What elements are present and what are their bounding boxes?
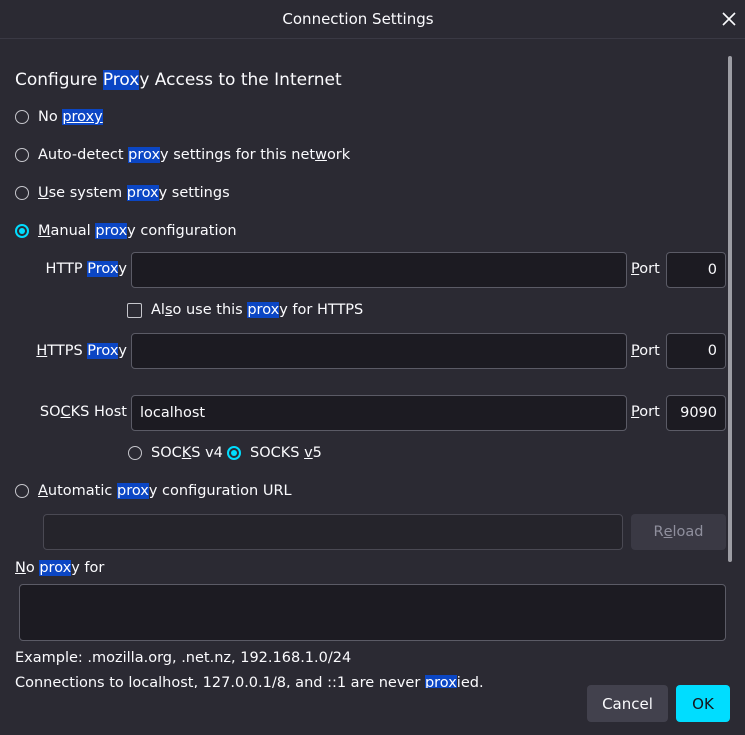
close-button[interactable] — [716, 6, 742, 32]
https-port-label: Port — [631, 343, 660, 359]
https-proxy-label: HTTPS Proxy — [36, 343, 127, 359]
dialog-title: Connection Settings — [282, 10, 434, 28]
https-port-input[interactable]: 0 — [666, 333, 726, 369]
reload-button[interactable]: Re load — [631, 514, 726, 550]
socks-v5-label: SOCKS v5 — [250, 445, 322, 461]
radio-socks-v5[interactable]: SOCKS v5 — [227, 441, 322, 465]
close-icon — [722, 12, 736, 26]
system-proxy-radio-indicator[interactable] — [15, 186, 29, 200]
no-proxy-for-label: No proxy for — [15, 560, 105, 576]
also-https-label: Also use this proxy for HTTPS — [151, 302, 364, 318]
radio-pac-url[interactable]: Automatic proxy configuration URL — [15, 479, 292, 503]
socks-v4-label: SOCKS v4 — [151, 445, 223, 461]
no-proxy-for-textarea[interactable] — [19, 584, 726, 641]
socks-host-label: SOCKS Host — [39, 404, 127, 420]
no-proxy-example: Example: .mozilla.org, .net.nz, 192.168.… — [15, 650, 352, 666]
socks-port-input[interactable]: 9090 — [666, 395, 726, 431]
pac-url-input[interactable] — [43, 514, 623, 550]
radio-system-proxy[interactable]: Use system proxy settings — [15, 181, 230, 205]
radio-manual-proxy[interactable]: Manual proxy configuration — [15, 219, 237, 243]
manual-proxy-radio-indicator[interactable] — [15, 224, 29, 238]
ok-button[interactable]: OK — [676, 685, 730, 722]
scrollbar-thumb[interactable] — [728, 56, 732, 562]
section-heading: Configure Proxy Access to the Internet — [15, 70, 342, 90]
no-proxy-radio-indicator[interactable] — [15, 110, 29, 124]
http-port-input[interactable]: 0 — [666, 252, 726, 288]
http-port-label: Port — [631, 261, 660, 277]
https-proxy-input[interactable] — [131, 333, 627, 369]
pac-url-label: Automatic proxy configuration URL — [38, 483, 292, 499]
socks-host-input[interactable]: localhost — [131, 395, 627, 431]
socks-port-label: Port — [631, 404, 660, 420]
pac-url-radio-indicator[interactable] — [15, 484, 29, 498]
auto-detect-label: Auto-detect proxy settings for this netw… — [38, 147, 351, 163]
cancel-button[interactable]: Cancel — [587, 685, 668, 722]
also-https-checkbox-row[interactable]: Also use this proxy for HTTPS — [127, 298, 363, 322]
socks-v5-radio-indicator[interactable] — [227, 446, 241, 460]
radio-no-proxy[interactable]: No proxy — [15, 105, 103, 129]
radio-socks-v4[interactable]: SOCKS v4 — [128, 441, 223, 465]
auto-detect-radio-indicator[interactable] — [15, 148, 29, 162]
radio-auto-detect[interactable]: Auto-detect proxy settings for this netw… — [15, 143, 350, 167]
manual-proxy-label: Manual proxy configuration — [38, 223, 237, 239]
http-proxy-input[interactable] — [131, 252, 627, 288]
socks-v4-radio-indicator[interactable] — [128, 446, 142, 460]
http-proxy-label: HTTP Proxy — [45, 261, 127, 277]
also-https-checkbox[interactable] — [127, 302, 142, 318]
system-proxy-label: Use system proxy settings — [38, 185, 230, 201]
no-proxy-label: No proxy — [38, 109, 103, 125]
